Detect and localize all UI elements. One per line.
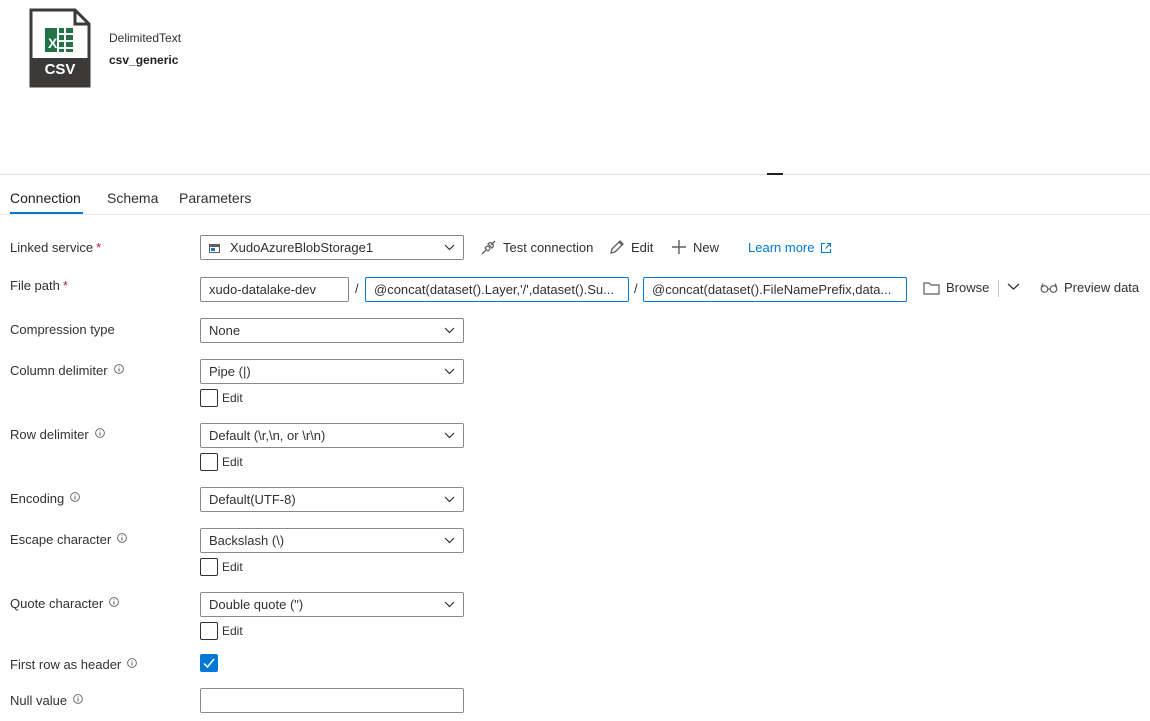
info-icon[interactable] bbox=[113, 364, 124, 374]
info-icon[interactable] bbox=[117, 533, 128, 543]
edit-linked-service-button[interactable]: Edit bbox=[609, 239, 653, 255]
dataset-type: DelimitedText bbox=[109, 31, 182, 45]
chevron-down-icon bbox=[444, 537, 455, 544]
encoding-label: Encoding bbox=[10, 491, 81, 506]
info-icon[interactable] bbox=[70, 492, 81, 502]
path-separator: / bbox=[634, 281, 638, 296]
external-link-icon bbox=[821, 242, 832, 253]
column-delimiter-edit-label: Edit bbox=[222, 391, 243, 405]
browse-options-button[interactable] bbox=[1007, 282, 1020, 291]
encoding-dropdown[interactable]: Default(UTF-8) bbox=[200, 487, 464, 512]
quote-character-dropdown[interactable]: Double quote (") bbox=[200, 592, 464, 617]
browse-button[interactable]: Browse bbox=[923, 280, 989, 295]
info-icon[interactable] bbox=[127, 658, 138, 668]
column-delimiter-label: Column delimiter bbox=[10, 363, 124, 378]
storage-icon bbox=[209, 244, 220, 253]
chevron-down-icon bbox=[444, 432, 455, 439]
tabs-divider bbox=[0, 214, 1150, 215]
row-delimiter-edit-checkbox[interactable] bbox=[200, 453, 218, 471]
csv-file-icon: X CSV bbox=[29, 8, 91, 88]
toolbar-divider bbox=[998, 280, 999, 297]
directory-input[interactable]: @concat(dataset().Layer,'/',dataset().Su… bbox=[365, 277, 629, 302]
info-icon[interactable] bbox=[94, 428, 105, 438]
checkmark-icon bbox=[203, 658, 215, 669]
quote-character-edit-checkbox[interactable] bbox=[200, 622, 218, 640]
row-delimiter-label: Row delimiter bbox=[10, 427, 105, 442]
chevron-down-icon bbox=[444, 327, 455, 334]
null-value-label: Null value bbox=[10, 693, 83, 708]
linked-service-label: Linked service * bbox=[10, 240, 102, 255]
chevron-down-icon bbox=[444, 601, 455, 608]
tab-parameters[interactable]: Parameters bbox=[179, 190, 251, 206]
pencil-icon bbox=[610, 240, 624, 254]
file-path-label: File path * bbox=[10, 278, 68, 293]
chevron-down-icon bbox=[1007, 283, 1020, 290]
dataset-name: csv_generic bbox=[109, 53, 179, 67]
column-delimiter-edit-checkbox[interactable] bbox=[200, 389, 218, 407]
glasses-icon bbox=[1040, 282, 1058, 293]
path-separator: / bbox=[355, 281, 359, 296]
first-row-header-label: First row as header bbox=[10, 657, 138, 672]
escape-character-edit-checkbox[interactable] bbox=[200, 558, 218, 576]
preview-data-button[interactable]: Preview data bbox=[1040, 280, 1139, 295]
compression-type-dropdown[interactable]: None bbox=[200, 318, 464, 343]
column-delimiter-dropdown[interactable]: Pipe (|) bbox=[200, 359, 464, 384]
chevron-down-icon bbox=[444, 368, 455, 375]
quote-character-label: Quote character bbox=[10, 596, 120, 611]
new-linked-service-button[interactable]: New bbox=[671, 239, 719, 255]
plug-icon bbox=[481, 240, 496, 255]
first-row-header-checkbox[interactable] bbox=[200, 654, 218, 672]
pane-resize-handle[interactable] bbox=[767, 173, 783, 175]
pane-divider bbox=[0, 174, 1150, 175]
chevron-down-icon bbox=[444, 496, 455, 503]
file-name-input[interactable]: @concat(dataset().FileNamePrefix,data... bbox=[643, 277, 907, 302]
compression-type-label: Compression type bbox=[10, 322, 115, 337]
folder-icon bbox=[923, 281, 940, 295]
chevron-down-icon bbox=[444, 244, 455, 251]
plus-icon bbox=[672, 240, 686, 254]
learn-more-link[interactable]: Learn more bbox=[748, 240, 832, 255]
row-delimiter-dropdown[interactable]: Default (\r,\n, or \r\n) bbox=[200, 423, 464, 448]
test-connection-button[interactable]: Test connection bbox=[480, 239, 593, 256]
csv-icon-label: CSV bbox=[44, 61, 76, 78]
info-icon[interactable] bbox=[109, 597, 120, 607]
quote-character-edit-label: Edit bbox=[222, 624, 243, 638]
container-input[interactable]: xudo-datalake-dev bbox=[200, 277, 349, 302]
linked-service-dropdown[interactable]: XudoAzureBlobStorage1 bbox=[200, 235, 464, 260]
info-icon[interactable] bbox=[73, 694, 83, 704]
escape-character-dropdown[interactable]: Backslash (\) bbox=[200, 528, 464, 553]
tab-connection[interactable]: Connection bbox=[10, 190, 81, 206]
tab-schema[interactable]: Schema bbox=[107, 190, 158, 206]
escape-character-edit-label: Edit bbox=[222, 560, 243, 574]
null-value-input[interactable] bbox=[200, 688, 464, 713]
escape-character-label: Escape character bbox=[10, 532, 128, 547]
row-delimiter-edit-label: Edit bbox=[222, 455, 243, 469]
svg-text:X: X bbox=[48, 35, 58, 51]
